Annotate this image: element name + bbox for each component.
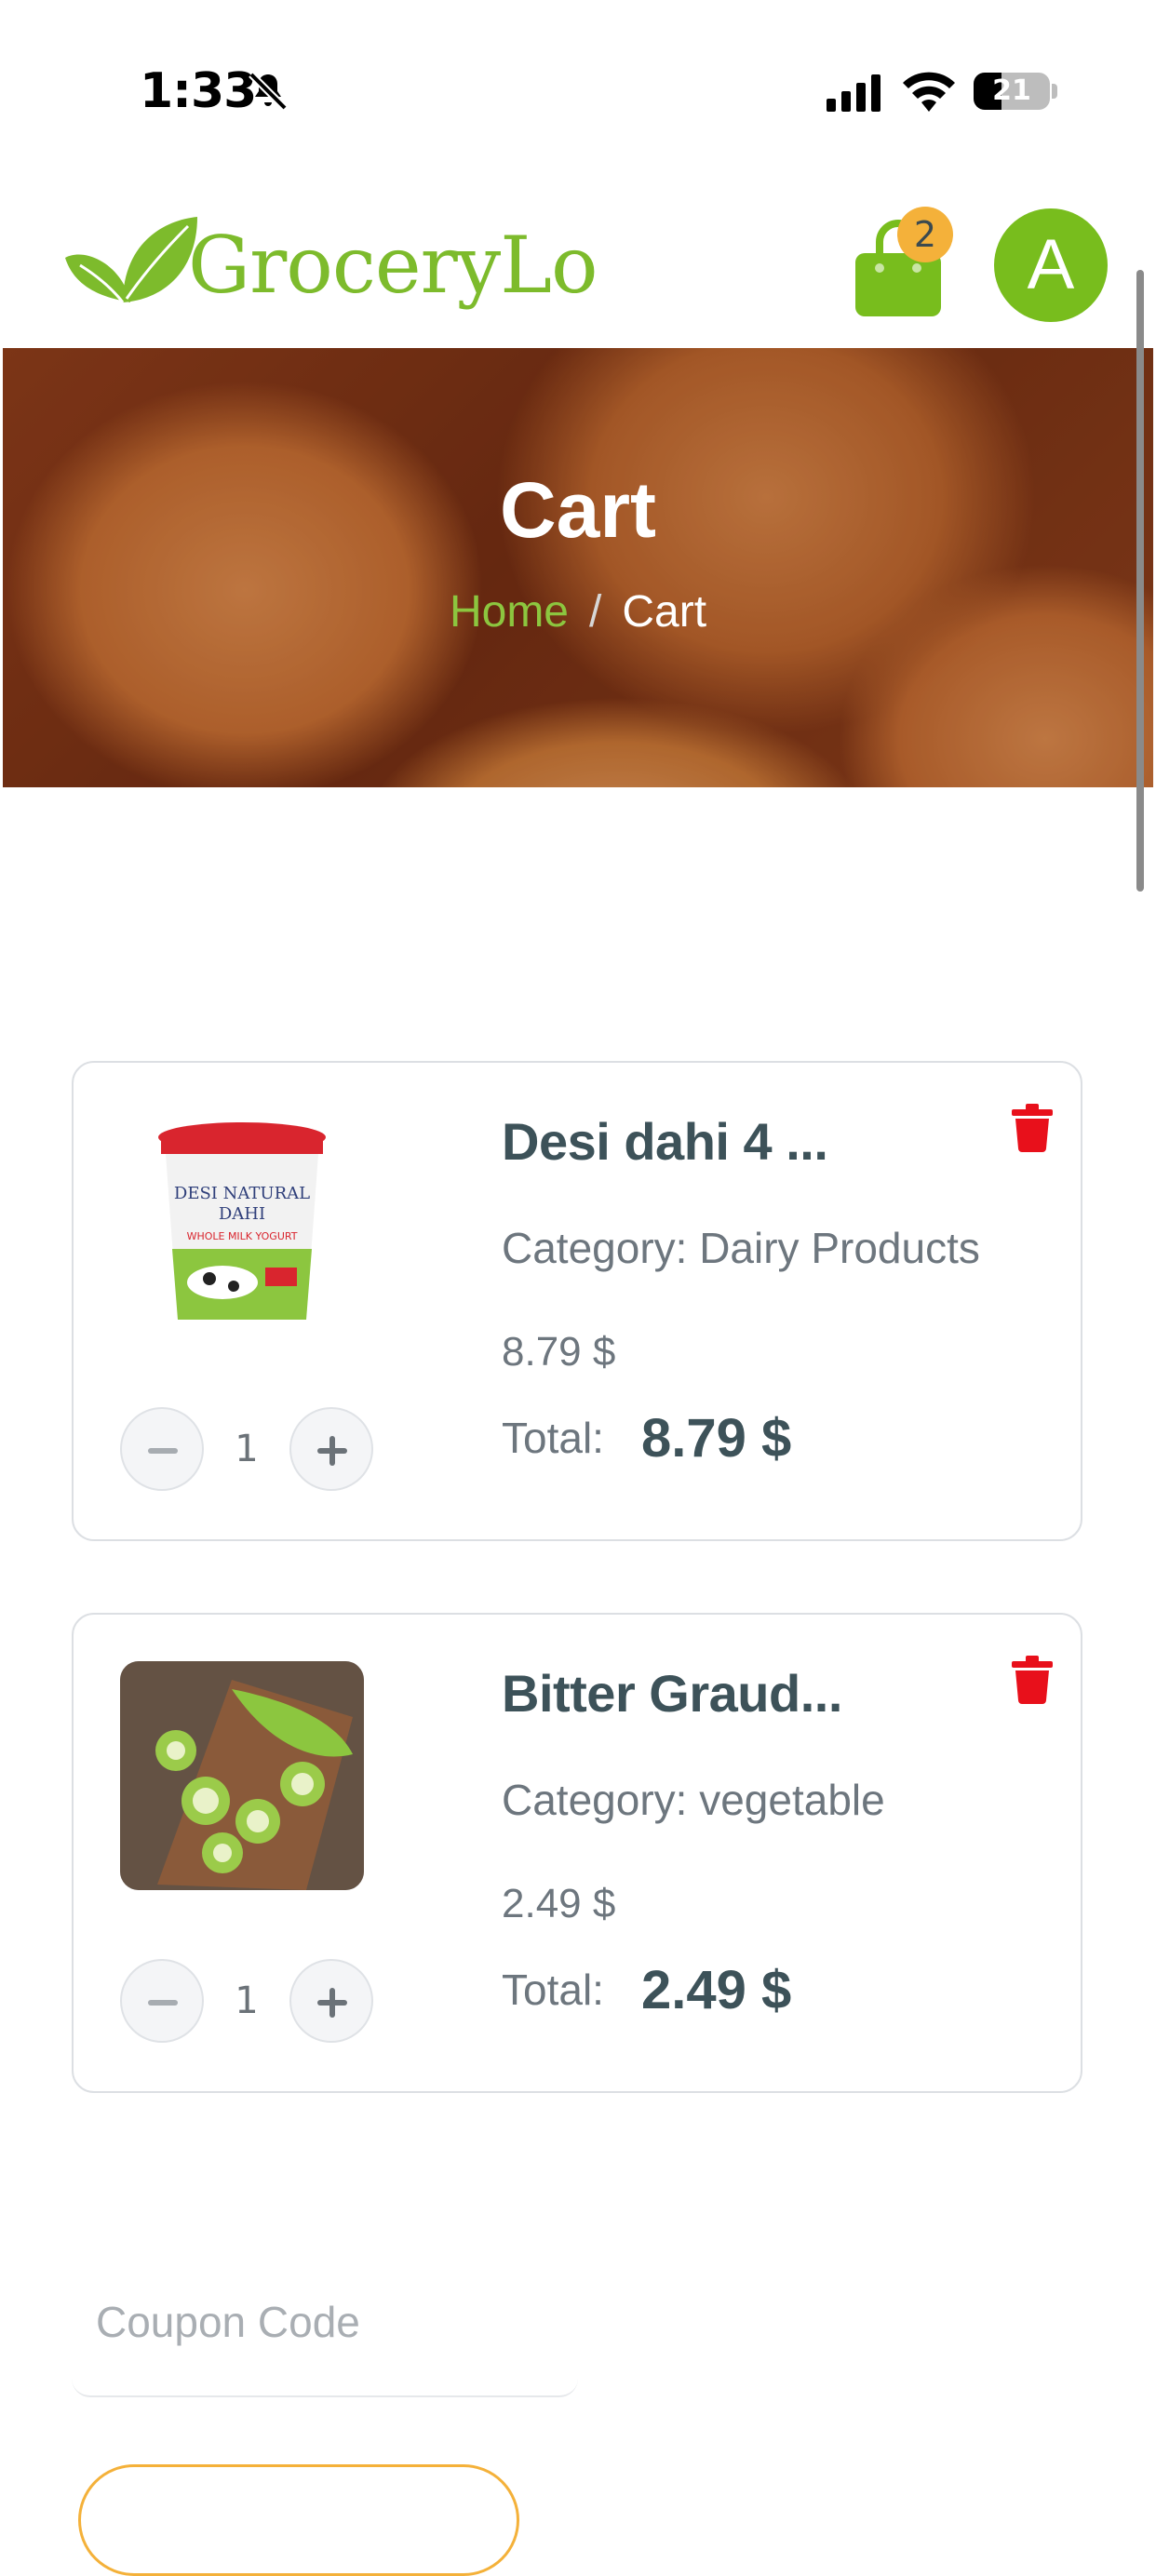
wifi-icon: [903, 72, 955, 112]
svg-text:DAHI: DAHI: [219, 1204, 265, 1224]
total-label: Total:: [502, 1414, 604, 1462]
logo-text[interactable]: GroceryLo: [188, 220, 598, 311]
hero-banner: [3, 348, 1153, 787]
apply-coupon-button[interactable]: [78, 2464, 519, 2576]
page-title: Cart: [499, 466, 657, 554]
total-label: Total:: [502, 1966, 604, 2014]
product-price: 8.79 $: [502, 1329, 616, 1375]
svg-text:DESI NATURAL: DESI NATURAL: [174, 1184, 310, 1203]
item-total: 2.49 $: [641, 1960, 792, 2020]
quantity-stepper: 1: [120, 1407, 381, 1500]
bell-muted-icon: [249, 72, 288, 111]
quantity-value: 1: [235, 1428, 259, 1470]
bitter-gourd-icon: [120, 1661, 364, 1890]
decrease-quantity-button[interactable]: [120, 1407, 204, 1491]
trash-icon[interactable]: [1012, 1656, 1053, 1704]
decrease-quantity-button[interactable]: [120, 1959, 204, 2043]
scrollbar[interactable]: [1136, 270, 1144, 892]
battery-level: 21: [992, 74, 1031, 107]
breadcrumb-home-link[interactable]: Home: [450, 587, 569, 637]
cart-item-card: 1 Bitter Graud... Category: vegetable 2.…: [72, 1613, 1082, 2093]
product-category: Category: vegetable: [502, 1776, 885, 1824]
cellular-signal-icon: [827, 74, 880, 112]
coupon-code-input[interactable]: [72, 2252, 578, 2392]
svg-text:WHOLE MILK YOGURT: WHOLE MILK YOGURT: [187, 1230, 298, 1242]
battery-icon: 21: [974, 73, 1050, 110]
product-price: 2.49 $: [502, 1881, 616, 1926]
status-bar: 1:33 21: [0, 0, 1156, 177]
user-avatar[interactable]: A: [994, 208, 1108, 322]
item-total: 8.79 $: [641, 1408, 792, 1469]
increase-quantity-button[interactable]: [289, 1959, 373, 2043]
breadcrumb-separator: /: [589, 587, 602, 637]
product-category: Category: Dairy Products: [502, 1224, 980, 1272]
quantity-stepper: 1: [120, 1959, 381, 2052]
breadcrumb-current: Cart: [622, 587, 707, 637]
coupon-field: [72, 2252, 578, 2397]
breadcrumb: Home / Cart: [0, 586, 1156, 637]
cart-count-badge: 2: [897, 207, 953, 262]
yogurt-tub-icon: DESI NATURAL DAHI WHOLE MILK YOGURT: [120, 1109, 364, 1338]
cart-item-card: DESI NATURAL DAHI WHOLE MILK YOGURT 1 De…: [72, 1061, 1082, 1541]
increase-quantity-button[interactable]: [289, 1407, 373, 1491]
product-name[interactable]: Desi dahi 4 ...: [502, 1111, 828, 1172]
quantity-value: 1: [235, 1979, 259, 2022]
product-name[interactable]: Bitter Graud...: [502, 1663, 842, 1724]
trash-icon[interactable]: [1012, 1104, 1053, 1152]
status-time: 1:33: [140, 63, 257, 119]
